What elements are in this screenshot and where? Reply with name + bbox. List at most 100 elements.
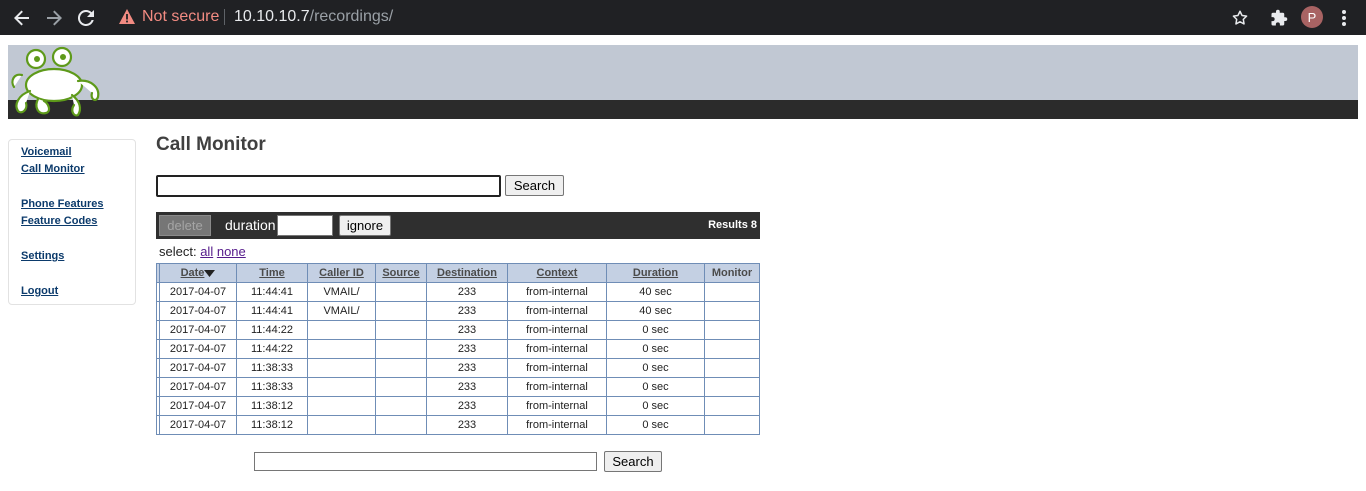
cell-duration: 40 sec bbox=[606, 301, 705, 321]
select-none-link[interactable]: none bbox=[217, 244, 246, 259]
cell-caller-id bbox=[307, 396, 376, 416]
cell-monitor bbox=[704, 415, 760, 435]
column-header-label: Date bbox=[180, 267, 205, 279]
table-row[interactable]: 2017-04-07 11:44:41 VMAIL/233 from-internal… bbox=[156, 301, 760, 321]
column-header-duration[interactable]: Duration bbox=[606, 263, 705, 283]
extensions-icon[interactable] bbox=[1268, 7, 1290, 29]
cell-duration: 0 sec bbox=[606, 339, 705, 359]
warning-icon bbox=[118, 8, 136, 26]
table-header-row: Date Time Caller ID Source Destination C… bbox=[156, 263, 760, 283]
cell-duration: 0 sec bbox=[606, 415, 705, 435]
cell-time: 11:38:12 bbox=[236, 415, 308, 435]
table-row[interactable]: 2017-04-07 11:44:41 VMAIL/233 from-internal… bbox=[156, 282, 760, 302]
frog-logo bbox=[8, 45, 104, 119]
cell-monitor bbox=[704, 358, 760, 378]
cell-source bbox=[375, 358, 427, 378]
cell-destination: 233 bbox=[426, 396, 508, 416]
cell-time: 11:44:22 bbox=[236, 320, 308, 340]
column-header-caller-id[interactable]: Caller ID bbox=[307, 263, 376, 283]
column-header-monitor: Monitor bbox=[704, 263, 760, 283]
address-bar[interactable]: 10.10.10.7/recordings/ bbox=[234, 8, 393, 26]
cell-date: 2017-04-07 bbox=[159, 358, 237, 378]
profile-avatar[interactable]: P bbox=[1301, 6, 1323, 28]
browser-toolbar: Not secure 10.10.10.7/recordings/ P bbox=[0, 0, 1366, 35]
reload-icon[interactable] bbox=[75, 7, 97, 29]
table-row[interactable]: 2017-04-07 11:44:22 233 from-internal 0 sec bbox=[156, 320, 760, 340]
url-path: /recordings/ bbox=[309, 8, 394, 25]
cell-context: from-internal bbox=[507, 320, 607, 340]
sort-desc-icon bbox=[204, 267, 216, 279]
select-label: select: bbox=[159, 244, 197, 259]
cell-monitor bbox=[704, 396, 760, 416]
column-header-time[interactable]: Time bbox=[236, 263, 308, 283]
cell-time: 11:44:41 bbox=[236, 282, 308, 302]
back-arrow-icon[interactable] bbox=[11, 7, 33, 29]
table-row[interactable]: 2017-04-07 11:38:33 233 from-internal 0 sec bbox=[156, 358, 760, 378]
cell-date: 2017-04-07 bbox=[159, 339, 237, 359]
table-row[interactable]: 2017-04-07 11:38:12 233 from-internal 0 sec bbox=[156, 396, 760, 416]
cell-context: from-internal bbox=[507, 415, 607, 435]
sidebar-item-call-monitor[interactable]: Call Monitor bbox=[21, 163, 85, 175]
cell-caller-id: VMAIL/ bbox=[307, 301, 376, 321]
security-status[interactable]: Not secure bbox=[142, 8, 219, 26]
url-host: 10.10.10.7 bbox=[234, 8, 310, 25]
select-controls: select: all none bbox=[159, 244, 246, 259]
cell-source bbox=[375, 415, 427, 435]
column-header-destination[interactable]: Destination bbox=[426, 263, 508, 283]
duration-input[interactable] bbox=[277, 215, 333, 236]
forward-arrow-icon[interactable] bbox=[43, 7, 65, 29]
table-row[interactable]: 2017-04-07 11:38:12 233 from-internal 0 sec bbox=[156, 415, 760, 435]
cell-duration: 0 sec bbox=[606, 320, 705, 340]
header-bar bbox=[8, 100, 1358, 119]
sidebar-item-feature-codes[interactable]: Feature Codes bbox=[21, 215, 97, 227]
column-header-date[interactable]: Date bbox=[159, 263, 237, 283]
column-header-context[interactable]: Context bbox=[507, 263, 607, 283]
cell-caller-id bbox=[307, 358, 376, 378]
cell-context: from-internal bbox=[507, 396, 607, 416]
cell-time: 11:38:12 bbox=[236, 396, 308, 416]
cell-caller-id bbox=[307, 415, 376, 435]
column-header-source[interactable]: Source bbox=[375, 263, 427, 283]
star-icon[interactable] bbox=[1229, 7, 1251, 29]
cell-date: 2017-04-07 bbox=[159, 301, 237, 321]
cell-source bbox=[375, 377, 427, 397]
search-button[interactable]: Search bbox=[505, 175, 564, 196]
cell-source bbox=[375, 301, 427, 321]
search-input[interactable] bbox=[156, 175, 501, 197]
cell-date: 2017-04-07 bbox=[159, 377, 237, 397]
select-all-link[interactable]: all bbox=[200, 244, 213, 259]
bottom-search-button[interactable]: Search bbox=[604, 451, 662, 472]
cell-duration: 0 sec bbox=[606, 358, 705, 378]
ignore-button[interactable]: ignore bbox=[339, 215, 391, 236]
cell-date: 2017-04-07 bbox=[159, 320, 237, 340]
cell-time: 11:44:22 bbox=[236, 339, 308, 359]
duration-label: duration bbox=[225, 217, 276, 233]
sidebar-item-voicemail[interactable]: Voicemail bbox=[21, 146, 72, 158]
cell-destination: 233 bbox=[426, 282, 508, 302]
table-row[interactable]: 2017-04-07 11:38:33 233 from-internal 0 sec bbox=[156, 377, 760, 397]
sidebar-item-logout[interactable]: Logout bbox=[21, 285, 58, 297]
sidebar-item-settings[interactable]: Settings bbox=[21, 250, 64, 262]
cell-duration: 0 sec bbox=[606, 396, 705, 416]
cell-caller-id bbox=[307, 339, 376, 359]
cell-date: 2017-04-07 bbox=[159, 396, 237, 416]
delete-button[interactable]: delete bbox=[159, 215, 211, 236]
bottom-search-input[interactable] bbox=[254, 452, 597, 471]
cell-monitor bbox=[704, 320, 760, 340]
sidebar-item-phone-features[interactable]: Phone Features bbox=[21, 198, 104, 210]
cell-context: from-internal bbox=[507, 339, 607, 359]
cell-date: 2017-04-07 bbox=[159, 415, 237, 435]
cell-duration: 0 sec bbox=[606, 377, 705, 397]
url-separator bbox=[224, 9, 225, 25]
cell-context: from-internal bbox=[507, 358, 607, 378]
cell-time: 11:44:41 bbox=[236, 301, 308, 321]
results-count: Results 8 bbox=[708, 219, 757, 231]
cell-monitor bbox=[704, 377, 760, 397]
kebab-menu-icon[interactable] bbox=[1333, 7, 1355, 29]
cell-source bbox=[375, 396, 427, 416]
cell-monitor bbox=[704, 339, 760, 359]
header-banner bbox=[8, 45, 1358, 100]
sidebar: Voicemail Call Monitor Phone Features Fe… bbox=[8, 139, 136, 305]
cell-source bbox=[375, 339, 427, 359]
table-row[interactable]: 2017-04-07 11:44:22 233 from-internal 0 sec bbox=[156, 339, 760, 359]
